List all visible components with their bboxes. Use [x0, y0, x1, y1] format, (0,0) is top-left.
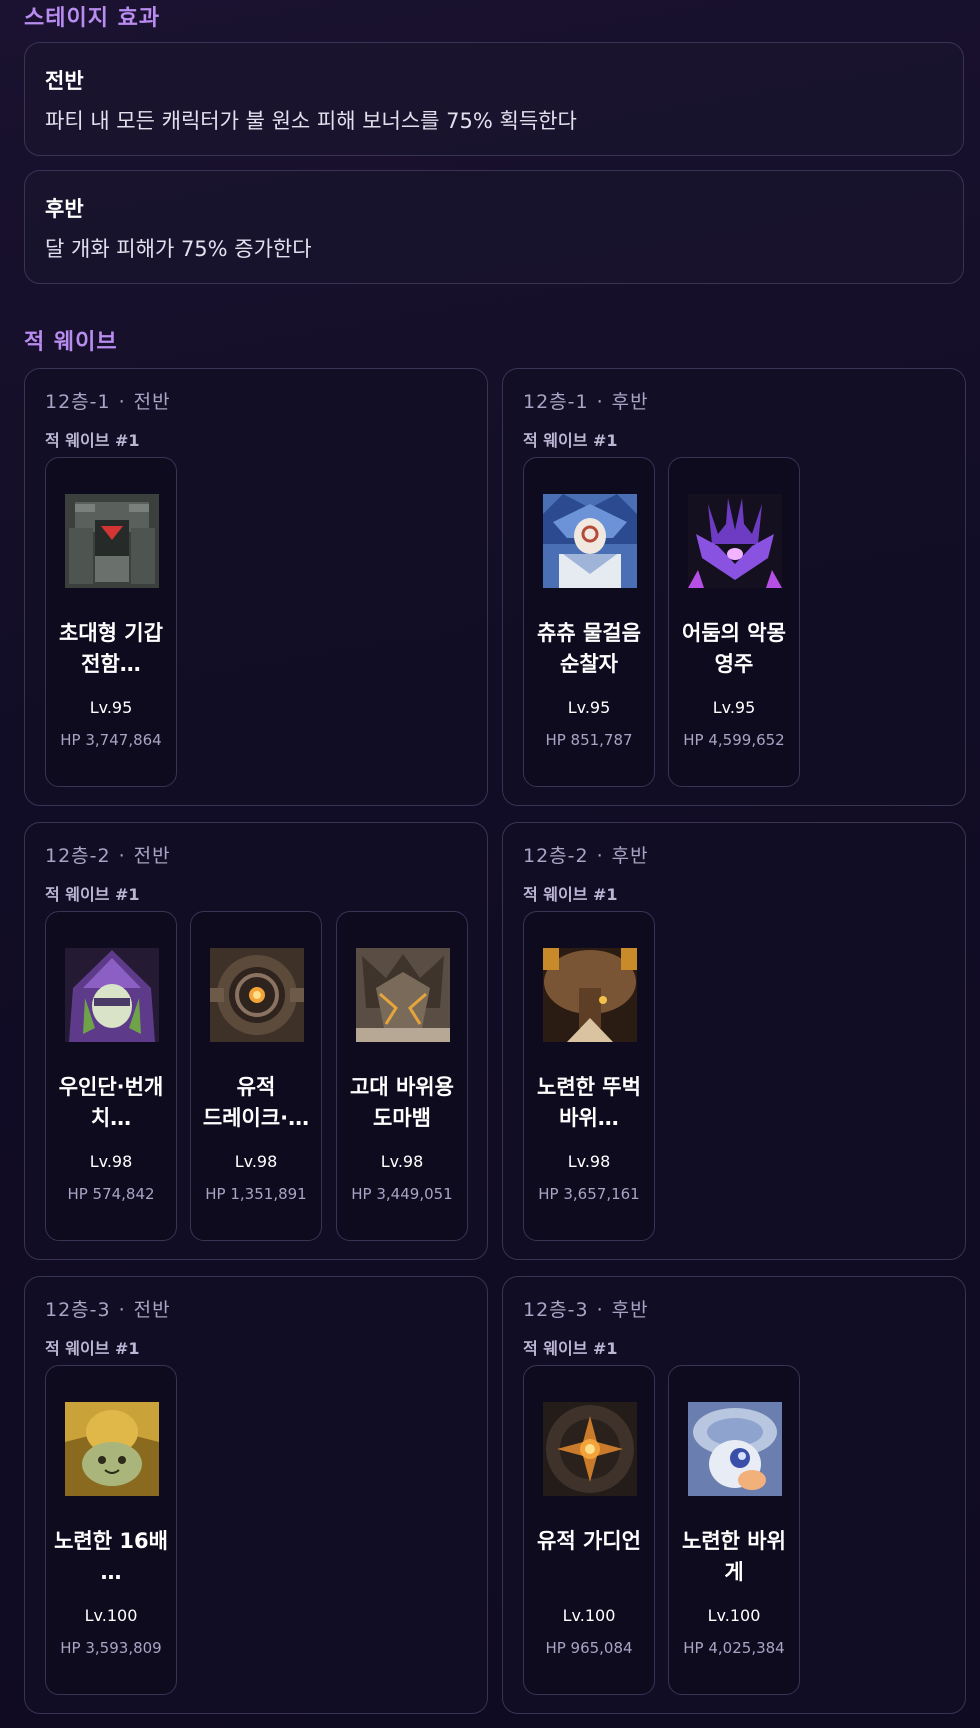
panel-header: 12층-3 · 후반: [523, 1299, 649, 1321]
wave-panel-12-1-first: 12층-1 · 전반 적 웨이브 #1 초대형 기갑 전함… Lv.95 HP 3,…: [24, 368, 488, 806]
enemy-name: 유적 드레이크·…: [202, 1075, 310, 1130]
enemy-hp: HP 4,025,384: [683, 1639, 785, 1657]
wave-panel-12-3-first: 12층-3 · 전반 적 웨이브 #1 노련한 16배 … Lv.100 HP 3,…: [24, 1276, 488, 1714]
wave-panel-12-2-second: 12층-2 · 후반 적 웨이브 #1 노련한 뚜벅 바위… Lv.98 HP 3,…: [502, 822, 966, 1260]
panel-header: 12층-3 · 전반: [45, 1299, 171, 1321]
enemy-card[interactable]: 유적 가디언 Lv.100 HP 965,084: [523, 1365, 655, 1695]
enemy-level: Lv.98: [234, 1152, 278, 1171]
half-label: 후반: [611, 845, 649, 867]
enemy-card[interactable]: 초대형 기갑 전함… Lv.95 HP 3,747,864: [45, 457, 177, 787]
mech-warship-portrait: [65, 494, 159, 588]
wave-label: 적 웨이브 #1: [523, 885, 618, 904]
enemy-level: Lv.100: [562, 1606, 616, 1625]
enemy-card[interactable]: 고대 바위용 도마뱀 Lv.98 HP 3,449,051: [336, 911, 468, 1241]
enemy-hp: HP 3,593,809: [60, 1639, 162, 1657]
enemy-card[interactable]: 우인단·번개 치… Lv.98 HP 574,842: [45, 911, 177, 1241]
chamber-label: 12층-3: [523, 1299, 589, 1321]
chamber-label: 12층-1: [45, 391, 111, 413]
effect-title: 후반: [45, 197, 84, 221]
enemy-name: 노련한 뚜벅 바위…: [537, 1075, 641, 1130]
enemy-hp: HP 3,657,161: [538, 1185, 640, 1203]
chamber-label: 12층-2: [523, 845, 589, 867]
panel-header: 12층-2 · 전반: [45, 845, 171, 867]
enemy-level: Lv.95: [712, 698, 756, 717]
enemy-level: Lv.98: [89, 1152, 133, 1171]
enemy-name: 고대 바위용 도마뱀: [350, 1075, 454, 1130]
chamber-label: 12층-3: [45, 1299, 111, 1321]
enemy-hp: HP 3,449,051: [351, 1185, 453, 1203]
wave-label: 적 웨이브 #1: [523, 431, 618, 450]
wave-label: 적 웨이브 #1: [45, 885, 140, 904]
enemy-level: Lv.95: [89, 698, 133, 717]
ruin-drake-portrait: [210, 948, 304, 1042]
wave-panel-12-2-first: 12층-2 · 전반 적 웨이브 #1 우인단·번개 치… Lv.98 HP 574…: [24, 822, 488, 1260]
panel-header: 12층-1 · 후반: [523, 391, 649, 413]
enemy-hp: HP 3,747,864: [60, 731, 162, 749]
half-label: 후반: [611, 1299, 649, 1321]
wave-panel-12-1-second: 12층-1 · 후반 적 웨이브 #1 츄츄 물걸음 순찰자 Lv.95 HP 85…: [502, 368, 966, 806]
half-label: 후반: [611, 391, 649, 413]
enemy-hp: HP 965,084: [545, 1639, 633, 1657]
chamber-label: 12층-2: [45, 845, 111, 867]
enemy-level: Lv.98: [567, 1152, 611, 1171]
enemy-card[interactable]: 어둠의 악몽 영주 Lv.95 HP 4,599,652: [668, 457, 800, 787]
enemy-card[interactable]: 노련한 뚜벅 바위… Lv.98 HP 3,657,161: [523, 911, 655, 1241]
effect-description: 달 개화 피해가 75% 증가한다: [45, 237, 312, 261]
enemy-level: Lv.100: [707, 1606, 761, 1625]
second-half-effect-card: 후반 달 개화 피해가 75% 증가한다: [24, 170, 964, 284]
wave-label: 적 웨이브 #1: [45, 431, 140, 450]
half-label: 전반: [133, 845, 171, 867]
enemy-level: Lv.100: [84, 1606, 138, 1625]
enemy-hp: HP 574,842: [67, 1185, 155, 1203]
enemy-name: 어둠의 악몽 영주: [682, 621, 786, 676]
stage-effects-title: 스테이지 효과: [24, 6, 161, 31]
wave-label: 적 웨이브 #1: [45, 1339, 140, 1358]
enemy-card[interactable]: 츄츄 물걸음 순찰자 Lv.95 HP 851,787: [523, 457, 655, 787]
dark-lord-portrait: [688, 494, 782, 588]
effect-description: 파티 내 모든 캐릭터가 불 원소 피해 보너스를 75% 획득한다: [45, 109, 577, 133]
enemy-hp: HP 1,351,891: [205, 1185, 307, 1203]
enemy-waves-title: 적 웨이브: [24, 330, 118, 355]
enemy-level: Lv.98: [380, 1152, 424, 1171]
panel-header: 12층-2 · 후반: [523, 845, 649, 867]
hydro-patroller-portrait: [543, 494, 637, 588]
ruin-guard-portrait: [543, 1402, 637, 1496]
half-label: 전반: [133, 391, 171, 413]
geo-walker-portrait: [543, 948, 637, 1042]
half-label: 전반: [133, 1299, 171, 1321]
panel-header: 12층-1 · 전반: [45, 391, 171, 413]
effect-title: 전반: [45, 69, 84, 93]
enemy-card[interactable]: 노련한 바위 게 Lv.100 HP 4,025,384: [668, 1365, 800, 1695]
enemy-card[interactable]: 노련한 16배 … Lv.100 HP 3,593,809: [45, 1365, 177, 1695]
enemy-level: Lv.95: [567, 698, 611, 717]
enemy-card[interactable]: 유적 드레이크·… Lv.98 HP 1,351,891: [190, 911, 322, 1241]
enemy-name: 노련한 16배 …: [54, 1529, 168, 1584]
enemy-name: 우인단·번개 치…: [58, 1075, 164, 1130]
first-half-effect-card: 전반 파티 내 모든 캐릭터가 불 원소 피해 보너스를 75% 획득한다: [24, 42, 964, 156]
fatui-electro-portrait: [65, 948, 159, 1042]
wave-panel-12-3-second: 12층-3 · 후반 적 웨이브 #1 유적 가디언 Lv.100 HP 965,0…: [502, 1276, 966, 1714]
chamber-label: 12층-1: [523, 391, 589, 413]
geo-lizard-portrait: [356, 948, 450, 1042]
enemy-name: 초대형 기갑 전함…: [59, 621, 163, 676]
enemy-hp: HP 4,599,652: [683, 731, 785, 749]
enemy-hp: HP 851,787: [545, 731, 633, 749]
enemy-name: 노련한 바위 게: [682, 1529, 786, 1584]
rock-crab-portrait: [688, 1402, 782, 1496]
golden-crab-portrait: [65, 1402, 159, 1496]
enemy-name: 유적 가디언: [537, 1529, 641, 1553]
wave-label: 적 웨이브 #1: [523, 1339, 618, 1358]
enemy-name: 츄츄 물걸음 순찰자: [537, 621, 641, 676]
